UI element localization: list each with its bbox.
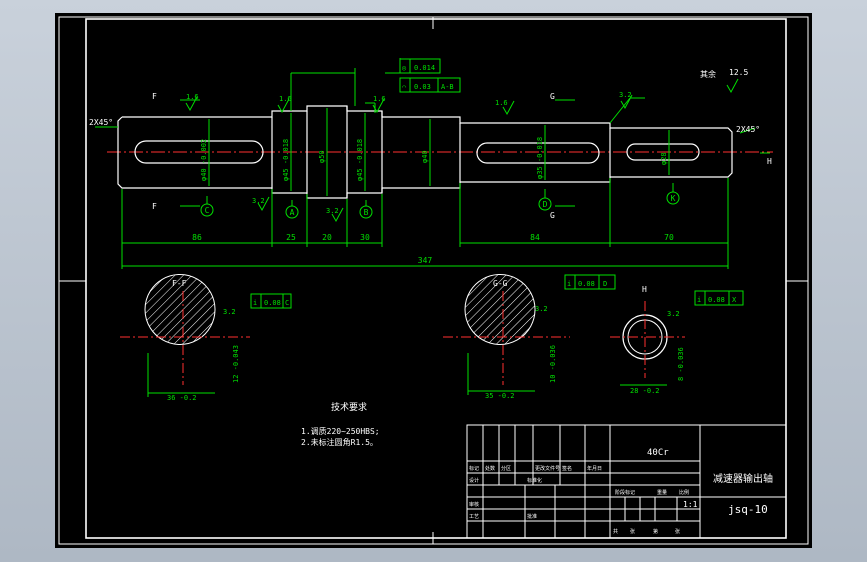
tol-2-symbol: ⌒ <box>402 83 406 91</box>
tb-sheet-0: 共 <box>613 528 618 535</box>
section-h-title: H <box>642 285 647 294</box>
drawing-svg: C A B D K 86 25 20 30 84 70 347 φ40 -0.0… <box>58 16 809 545</box>
section-gg-dim-bottom: 35 -0.2 <box>485 392 515 400</box>
section-h-roughness: 3.2 <box>667 310 680 318</box>
section-gg: i 0.08 D G-G 3.2 35 -0.2 10 -0.036 <box>443 274 616 400</box>
chamfer-right: 2X45° <box>736 125 760 134</box>
dim-20: 20 <box>322 233 332 242</box>
tb-stage-1: 重量 <box>657 489 667 496</box>
tb-role-1: 标准化 <box>527 477 542 484</box>
drawing-canvas[interactable]: C A B D K 86 25 20 30 84 70 347 φ40 -0.0… <box>55 13 812 548</box>
dimension-texts: 86 25 20 30 84 70 347 <box>192 233 674 265</box>
section-gg-roughness: 3.2 <box>535 305 548 313</box>
tech-req-1: 1.调质220~250HBS; <box>301 426 380 436</box>
title-scale: 1:1 <box>683 500 698 509</box>
section-ff-roughness: 3.2 <box>223 308 236 316</box>
tol-1-value: 0.014 <box>414 64 435 72</box>
chamfer-left: 2X45° <box>89 118 113 127</box>
tech-req-title: 技术要求 <box>331 401 367 413</box>
tech-requirements: 技术要求 1.调质220~250HBS; 2.未标注圆角R1.5。 <box>301 401 380 447</box>
section-ff-dim-bottom: 36 -0.2 <box>167 394 197 402</box>
dia-7: φ28 <box>660 152 668 165</box>
section-h-dim-key: 8 -0.036 <box>677 347 685 381</box>
tb-role-4: 批准 <box>527 513 537 520</box>
datum-c: C <box>205 206 210 215</box>
surface-rest-label: 其余 <box>700 69 716 79</box>
dim-84: 84 <box>530 233 540 242</box>
datum-d: D <box>543 200 548 209</box>
tech-req-2: 2.未标注圆角R1.5。 <box>301 437 378 447</box>
ra-4: 1.6 <box>495 99 508 107</box>
tb-row-4: 签名 <box>562 465 572 472</box>
ra-1: 1.6 <box>186 93 199 101</box>
section-h-dim-bottom: 28 -0.2 <box>630 387 660 395</box>
dim-total: 347 <box>418 256 433 265</box>
roughness-values: 1.6 1.6 1.6 1.6 3.2 3.2 3.2 <box>186 91 632 215</box>
section-gg-tol-symbol: i <box>567 280 571 288</box>
dim-25: 25 <box>286 233 296 242</box>
section-h-tol-symbol: i <box>697 296 701 304</box>
section-h-tol-value: 0.08 <box>708 296 725 304</box>
title-drawing-no: jsq-10 <box>728 503 768 516</box>
title-block-labels: 标记 处数 分区 更改文件号 签名 年月日 设计 标准化 审核 工艺 批准 阶段… <box>469 465 689 535</box>
section-ff-tol-datum: C <box>285 299 289 307</box>
tb-role-2: 审核 <box>469 501 479 508</box>
section-gg-tol-datum: D <box>603 280 607 288</box>
section-h-tol-datum: X <box>732 296 737 304</box>
tb-row-3: 更改文件号 <box>535 465 560 472</box>
tol-1-symbol: ◎ <box>402 64 407 72</box>
tb-sheet-1: 张 <box>630 528 635 535</box>
ra-6: 3.2 <box>252 197 265 205</box>
dim-70: 70 <box>664 233 674 242</box>
section-mark-g-bottom: G <box>550 211 555 220</box>
section-ff-title: F-F <box>172 279 187 288</box>
tb-row-5: 年月日 <box>587 465 602 472</box>
datum-letters: C A B D K <box>205 194 676 217</box>
datum-b: B <box>364 208 369 217</box>
dia-5: φ40 <box>421 150 429 163</box>
dim-30: 30 <box>360 233 370 242</box>
section-ff-tol-symbol: i <box>253 299 257 307</box>
tb-stage-0: 阶段标记 <box>615 489 635 496</box>
surface-rest-value: 12.5 <box>729 68 748 77</box>
ra-5: 3.2 <box>619 91 632 99</box>
ra-2: 1.6 <box>279 95 292 103</box>
section-gg-title: G-G <box>493 279 508 288</box>
dia-1: φ40 -0.002 <box>200 139 208 181</box>
title-material: 40Cr <box>647 448 669 458</box>
dia-3: φ50 <box>318 150 326 163</box>
section-mark-f-top: F <box>152 92 157 101</box>
tb-stage-2: 比例 <box>679 489 689 496</box>
tb-row-1: 处数 <box>485 465 495 472</box>
title-part-name: 减速器输出轴 <box>713 472 773 485</box>
dia-4: φ45 -0.018 <box>356 139 364 181</box>
section-mark-f-bottom: F <box>152 202 157 211</box>
cad-window: C A B D K 86 25 20 30 84 70 347 φ40 -0.0… <box>0 0 867 562</box>
section-h: i 0.08 X H 3.2 28 -0.2 8 -0.036 <box>610 285 744 395</box>
tb-row-2: 分区 <box>501 465 511 472</box>
tb-sheet-3: 张 <box>675 528 680 535</box>
dia-6: φ35 -0.018 <box>536 137 544 179</box>
tol-2-datum: A-B <box>441 83 454 91</box>
section-gg-tol-value: 0.08 <box>578 280 595 288</box>
datum-k: K <box>671 194 676 203</box>
section-mark-h: H <box>767 157 772 166</box>
ra-3: 1.6 <box>373 95 386 103</box>
roughness-symbols <box>185 78 739 223</box>
tb-role-0: 设计 <box>469 477 479 484</box>
dim-86: 86 <box>192 233 202 242</box>
datum-a: A <box>290 208 295 217</box>
dia-2: φ45 -0.018 <box>282 139 290 181</box>
section-ff-dim-key: 12 -0.043 <box>232 345 240 383</box>
tb-role-3: 工艺 <box>469 514 479 520</box>
ra-7: 3.2 <box>326 207 339 215</box>
section-ff-tol-value: 0.08 <box>264 299 281 307</box>
tol-2-value: 0.03 <box>414 83 431 91</box>
tb-sheet-2: 第 <box>653 528 658 535</box>
section-ff: i 0.08 C F-F 3.2 36 -0.2 12 -0.043 <box>120 274 292 402</box>
section-mark-g-top: G <box>550 92 555 101</box>
section-gg-dim-key: 10 -0.036 <box>549 345 557 383</box>
tb-row-0: 标记 <box>469 465 479 472</box>
